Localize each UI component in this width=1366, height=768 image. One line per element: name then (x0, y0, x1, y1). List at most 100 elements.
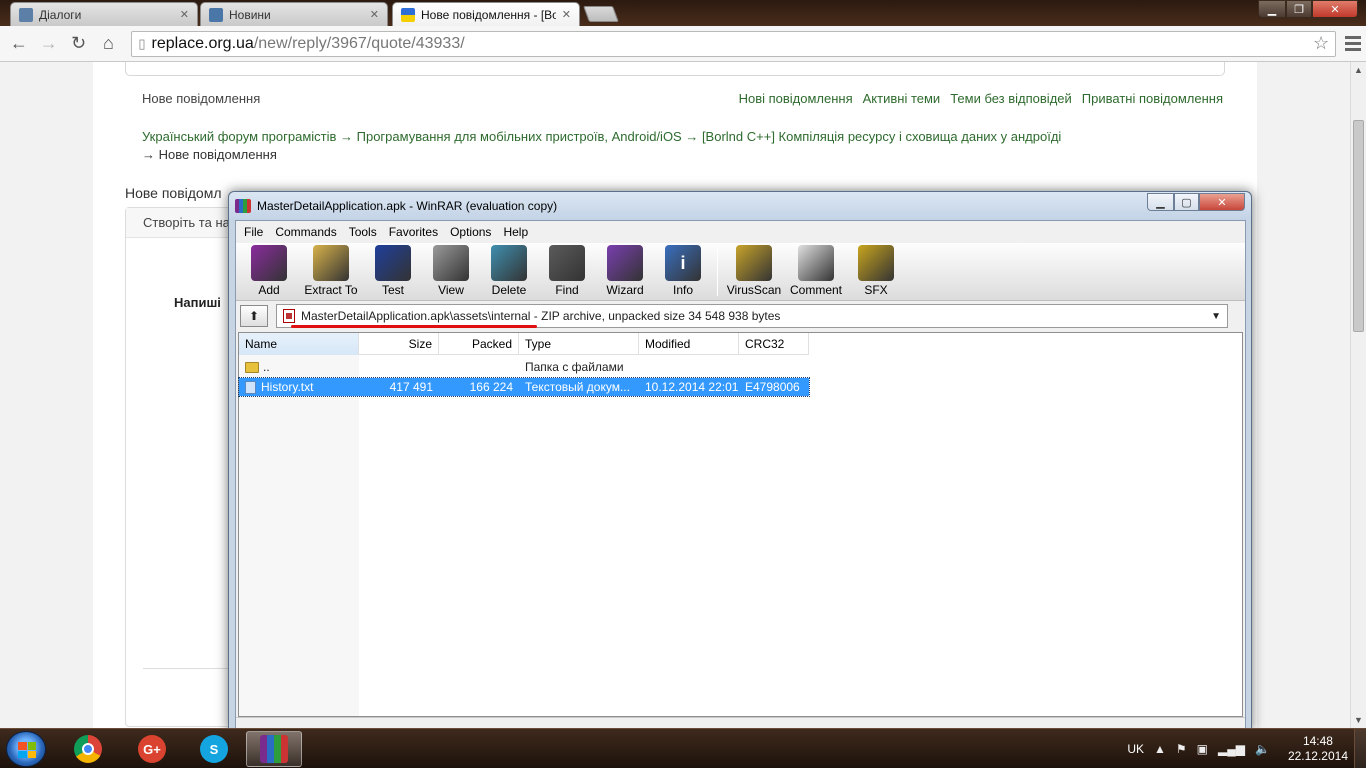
scroll-thumb[interactable] (1353, 120, 1364, 332)
breadcrumb-current: → Нове повідомлення (142, 147, 277, 162)
scroll-up-icon[interactable]: ▲ (1354, 65, 1363, 75)
link-unanswered-topics[interactable]: Теми без відповідей (950, 91, 1072, 106)
virusscan-label: VirusScan (726, 283, 782, 297)
column-modified[interactable]: Modified (639, 333, 739, 355)
show-desktop-button[interactable] (1354, 729, 1366, 768)
column-crc32[interactable]: CRC32 (739, 333, 809, 355)
comment-button[interactable]: Comment (785, 244, 847, 300)
taskbar: G+ S UK ▲ ⚑ ▣ ▂▄▆ 🔈 14:48 22.12.2014 (0, 728, 1366, 768)
virusscan-button[interactable]: VirusScan (723, 244, 785, 300)
winrar-minimize-button[interactable]: ▁ (1147, 193, 1174, 211)
menu-help[interactable]: Help (497, 225, 534, 239)
column-type[interactable]: Type (519, 333, 639, 355)
top-panel (125, 62, 1225, 76)
wizard-label: Wizard (606, 283, 644, 297)
link-private-messages[interactable]: Приватні повідомлення (1082, 91, 1223, 106)
minimize-button[interactable]: ▁ (1258, 0, 1286, 18)
language-indicator[interactable]: UK (1127, 742, 1144, 756)
menu-file[interactable]: File (238, 225, 269, 239)
archive-path-combo[interactable]: MasterDetailApplication.apk\assets\inter… (276, 304, 1228, 328)
tab-close-icon[interactable]: ✕ (180, 8, 189, 21)
forward-arrow-icon[interactable]: → (36, 31, 62, 57)
scroll-down-icon[interactable]: ▼ (1354, 715, 1363, 725)
taskbar-chrome[interactable] (60, 731, 116, 767)
breadcrumb-links[interactable]: Український форум програмістів → Програм… (142, 129, 1061, 144)
bookmark-star-icon[interactable]: ☆ (1313, 33, 1329, 54)
test-button[interactable]: Test (364, 244, 422, 300)
taskbar-skype[interactable]: S (186, 731, 242, 767)
cell-name: History.txt (239, 378, 359, 396)
table-row-parent-folder[interactable]: .. Папка с файлами (239, 358, 809, 376)
taskbar-winrar[interactable] (246, 731, 302, 767)
close-button[interactable]: ✕ (1312, 0, 1358, 18)
clock-date: 22.12.2014 (1287, 749, 1348, 763)
clock-time: 14:48 (1302, 734, 1333, 748)
text-file-icon (245, 380, 256, 394)
column-packed[interactable]: Packed (439, 333, 519, 355)
table-row-history-txt[interactable]: History.txt 417 491 166 224 Текстовый до… (238, 377, 810, 397)
tab-close-icon[interactable]: ✕ (562, 8, 571, 21)
signal-icon[interactable]: ▂▄▆ (1218, 742, 1245, 756)
google-plus-icon: G+ (138, 735, 166, 763)
find-button[interactable]: Find (538, 244, 596, 300)
winrar-close-button[interactable]: ✕ (1199, 193, 1245, 211)
extract-to-button[interactable]: Extract To (298, 244, 364, 300)
tab-dialogs[interactable]: Діалоги ✕ (10, 2, 198, 26)
archive-path: MasterDetailApplication.apk\assets\inter… (301, 309, 531, 323)
comment-icon (798, 245, 834, 281)
delete-button[interactable]: Delete (480, 244, 538, 300)
wizard-button[interactable]: Wizard (596, 244, 654, 300)
find-label: Find (555, 283, 579, 297)
clock[interactable]: 14:48 22.12.2014 (1288, 734, 1348, 764)
tab-label: Нове повідомлення - [Bo (421, 7, 556, 22)
browser-window-controls: ▁ ❐ ✕ (1258, 0, 1358, 18)
page-scrollbar[interactable]: ▲ ▼ (1350, 62, 1366, 728)
info-button[interactable]: i Info (654, 244, 712, 300)
view-label: View (438, 283, 464, 297)
row-name: .. (263, 360, 270, 374)
system-tray: UK ▲ ⚑ ▣ ▂▄▆ 🔈 14:48 22.12.2014 (1127, 729, 1348, 768)
column-name[interactable]: Name (239, 333, 359, 355)
toolbar-separator (717, 248, 718, 296)
menu-favorites[interactable]: Favorites (383, 225, 444, 239)
menu-tools[interactable]: Tools (343, 225, 383, 239)
address-bar[interactable]: ▯ replace.org.ua/new/reply/3967/quote/43… (131, 30, 1337, 57)
home-icon[interactable]: ⌂ (96, 31, 122, 57)
device-icon[interactable]: ▣ (1197, 742, 1208, 756)
add-button[interactable]: Add (240, 244, 298, 300)
sfx-button[interactable]: SFX (847, 244, 905, 300)
up-folder-button[interactable]: ⬆ (240, 305, 268, 327)
file-list[interactable]: Name Size Packed Type Modified CRC32 .. … (238, 332, 1243, 717)
new-message-heading: Нове повідомл (125, 185, 222, 201)
link-new-messages[interactable]: Нові повідомлення (739, 91, 853, 106)
dropdown-arrow-icon[interactable]: ▼ (1211, 311, 1221, 322)
volume-icon[interactable]: 🔈 (1255, 742, 1270, 756)
chrome-menu-icon[interactable] (1340, 31, 1366, 57)
tab-new-message[interactable]: Нове повідомлення - [Bo ✕ (392, 2, 580, 26)
tab-close-icon[interactable]: ✕ (370, 8, 379, 21)
tray-expand-icon[interactable]: ▲ (1154, 742, 1166, 756)
winrar-maximize-button[interactable]: ▢ (1174, 193, 1199, 211)
winrar-title: MasterDetailApplication.apk - WinRAR (ev… (257, 199, 558, 213)
start-button[interactable] (6, 731, 46, 767)
recycle-icon (491, 245, 527, 281)
taskbar-google-plus[interactable]: G+ (124, 731, 180, 767)
column-size[interactable]: Size (359, 333, 439, 355)
menu-options[interactable]: Options (444, 225, 497, 239)
reload-icon[interactable]: ↻ (66, 31, 92, 57)
winrar-titlebar[interactable]: MasterDetailApplication.apk - WinRAR (ev… (229, 192, 1251, 220)
new-tab-button[interactable] (583, 6, 619, 22)
link-active-topics[interactable]: Активні теми (863, 91, 941, 106)
maximize-button[interactable]: ❐ (1286, 0, 1312, 18)
back-arrow-icon[interactable]: ← (6, 31, 32, 57)
dialogs-favicon-icon (19, 7, 33, 22)
cell-modified: 10.12.2014 22:01 (645, 380, 739, 394)
view-button[interactable]: View (422, 244, 480, 300)
tab-news[interactable]: Новини ✕ (200, 2, 388, 26)
menu-commands[interactable]: Commands (269, 225, 342, 239)
cell-size: 417 491 (389, 380, 433, 394)
action-center-flag-icon[interactable]: ⚑ (1176, 742, 1187, 756)
cell-crc32 (739, 358, 809, 376)
cell-packed (439, 358, 519, 376)
cell-size (359, 358, 439, 376)
